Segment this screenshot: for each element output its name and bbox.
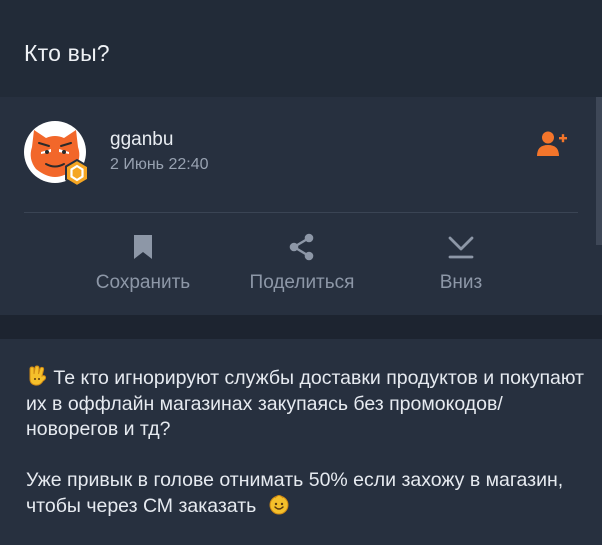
post-paragraph: Уже привык в голове отнимать 50% если за… — [26, 468, 586, 520]
share-icon — [286, 230, 318, 264]
save-label: Сохранить — [95, 272, 191, 293]
post-paragraph: Те кто игнорируют службы доставки продук… — [26, 365, 586, 443]
post-date: 2 Июнь 22:40 — [110, 156, 209, 173]
author-name[interactable]: gganbu — [110, 129, 173, 151]
avatar[interactable] — [24, 121, 89, 187]
page-title: Кто вы? — [24, 40, 110, 66]
waving-hand-emoji-icon — [26, 365, 48, 387]
add-user-icon — [537, 131, 567, 156]
post-body: Те кто игнорируют службы доставки продук… — [26, 365, 586, 520]
bookmark-icon — [127, 230, 159, 264]
app-header: Кто вы? — [0, 0, 602, 97]
divider — [24, 212, 578, 213]
share-button[interactable]: Поделиться — [238, 230, 366, 294]
post-paragraph-text: Уже привык в голове отнимать 50% если за… — [26, 468, 564, 518]
add-user-button[interactable] — [536, 130, 568, 158]
scroll-down-button[interactable]: Вниз — [421, 230, 501, 294]
share-label: Поделиться — [249, 272, 355, 293]
app-screen: Кто вы? gganbu 2 Июнь 22:40 Сохранить По… — [0, 0, 602, 545]
smiling-face-emoji-icon — [268, 493, 290, 515]
section-separator — [0, 315, 602, 339]
chevron-down-bar-icon — [445, 230, 477, 264]
down-label: Вниз — [439, 272, 483, 293]
hexagon-badge-icon — [65, 159, 89, 187]
scrollbar-thumb[interactable] — [596, 97, 602, 245]
save-button[interactable]: Сохранить — [87, 230, 199, 294]
post-paragraph-text: Те кто игнорируют службы доставки продук… — [26, 367, 584, 440]
